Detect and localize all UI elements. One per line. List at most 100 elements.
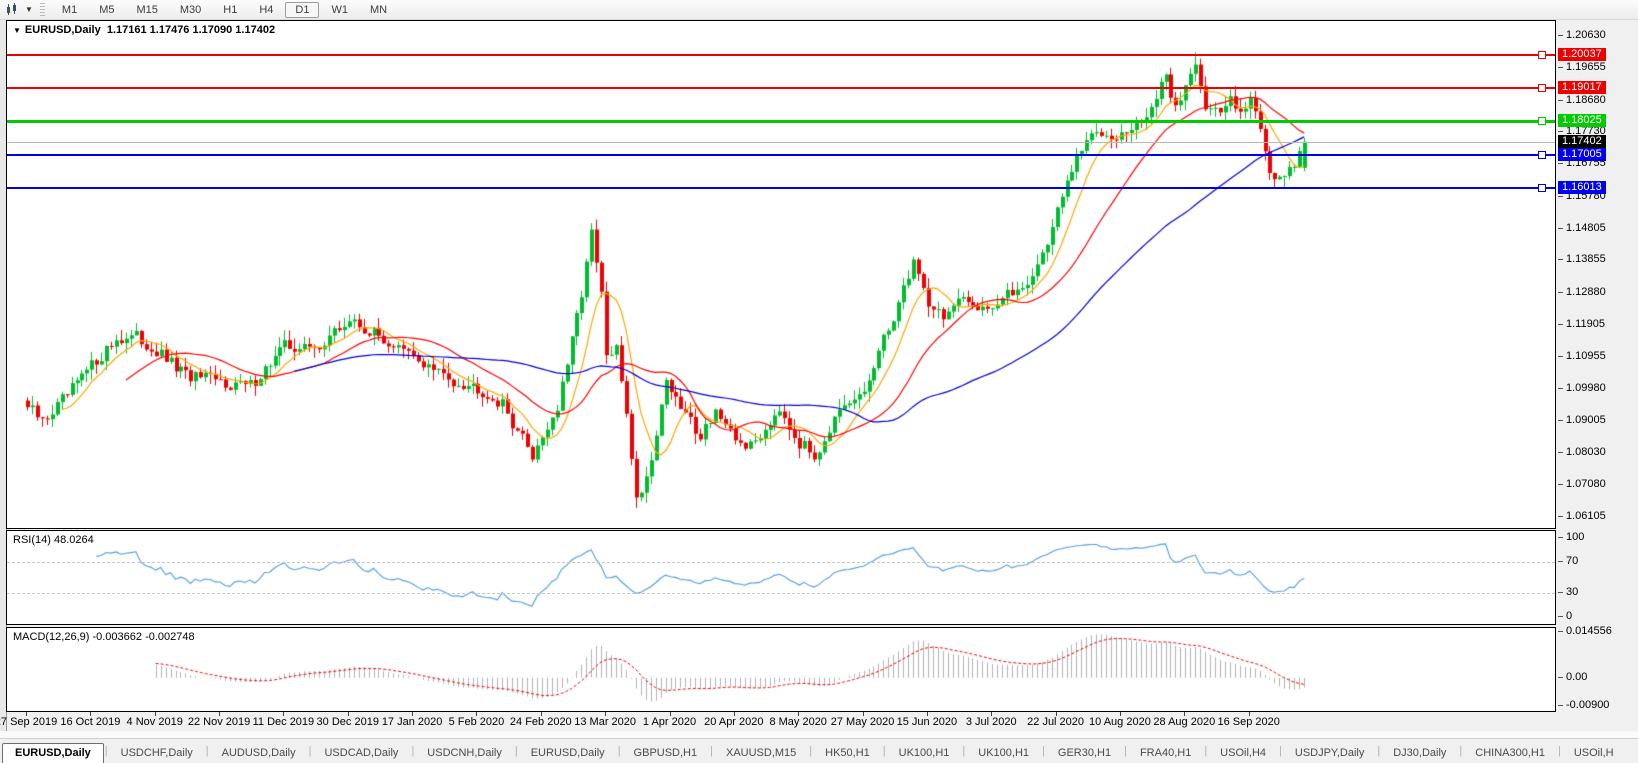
- date-label: 5 Feb 2020: [448, 716, 505, 728]
- timeframe-button-h4[interactable]: H4: [249, 2, 283, 18]
- price-line-label: 1.17005: [1558, 148, 1606, 162]
- timeframe-button-d1[interactable]: D1: [285, 1, 320, 18]
- date-label: 27 Sep 2019: [0, 716, 58, 728]
- macd-panel: MACD(12,26,9) -0.003662 -0.002748 0.0145…: [6, 625, 1638, 712]
- rsi-axis-tick: 70: [1557, 554, 1579, 567]
- macd-plot[interactable]: MACD(12,26,9) -0.003662 -0.002748: [6, 627, 1556, 712]
- price-axis-tick: 1.14805: [1558, 221, 1606, 234]
- rsi-axis-tick: 30: [1557, 586, 1579, 599]
- date-axis: 27 Sep 2019 16 Oct 2019 4 Nov 2019 22 Nov 2…: [0, 712, 1638, 731]
- tab-eurusd-daily[interactable]: EURUSD,Daily: [2, 743, 104, 763]
- chart-dropdown-icon[interactable]: ▼: [13, 26, 21, 35]
- macd-label: MACD(12,26,9) -0.003662 -0.002748: [13, 631, 195, 643]
- date-label: 24 Feb 2020: [509, 716, 572, 728]
- chart-symbol: EURUSD,Daily: [24, 24, 101, 36]
- price-line-handle[interactable]: [1538, 151, 1546, 160]
- price-line-handle[interactable]: [1538, 183, 1546, 192]
- candlestick-icon: [7, 3, 16, 15]
- tab-uk100-h1[interactable]: UK100,H1: [966, 744, 1041, 763]
- macd-axis: 0.014556 0.00 -0.00900: [1557, 625, 1638, 712]
- timeframe-button-m15[interactable]: M15: [126, 2, 167, 18]
- tab-hk50-h1[interactable]: HK50,H1: [813, 744, 882, 763]
- price-line-handle[interactable]: [1538, 50, 1546, 59]
- rsi-level-line: [7, 593, 1555, 595]
- tab-fra40-h1[interactable]: FRA40,H1: [1128, 744, 1203, 763]
- chart-title: ▼ EURUSD,Daily 1.17161 1.17476 1.17090 1.…: [13, 24, 275, 36]
- main-chart-plot[interactable]: ▼ EURUSD,Daily 1.17161 1.17476 1.17090 1.…: [6, 20, 1556, 529]
- tab-usdjpy-daily[interactable]: USDJPY,Daily: [1283, 744, 1377, 763]
- price-axis-tick: 1.10955: [1558, 349, 1606, 362]
- date-label: 28 Aug 2020: [1153, 716, 1216, 728]
- tab-china300-h1[interactable]: CHINA300,H1: [1463, 744, 1557, 763]
- date-label: 22 Nov 2019: [187, 716, 251, 728]
- current-price-line: [7, 141, 1555, 143]
- rsi-canvas[interactable]: [7, 531, 1555, 624]
- price-line-handle[interactable]: [1538, 116, 1546, 125]
- macd-canvas[interactable]: [7, 628, 1555, 711]
- rsi-axis: 100 70 30 0: [1557, 530, 1638, 625]
- price-axis: 1.20630 1.19655 1.18680 1.17730 1.16755 1.157…: [1557, 20, 1638, 529]
- date-label: 13 Mar 2020: [574, 716, 637, 728]
- rsi-level-line: [7, 561, 1555, 563]
- date-label: 30 Dec 2019: [316, 716, 379, 728]
- tab-eurusd-daily[interactable]: EURUSD,Daily: [519, 744, 617, 763]
- symbol-tabs: EURUSD,Daily | USDCHF,Daily | AUDUSD,Daily | U…: [0, 739, 1638, 763]
- horizontal-price-line[interactable]: [7, 50, 1555, 59]
- price-axis-tick: 1.06105: [1558, 510, 1606, 523]
- tab-usdcad-daily[interactable]: USDCAD,Daily: [312, 744, 410, 763]
- tab-audusd-daily[interactable]: AUDUSD,Daily: [210, 744, 308, 763]
- date-label: 15 Jun 2020: [896, 716, 958, 728]
- price-line-label: 1.20037: [1558, 47, 1606, 61]
- timeframe-button-m30[interactable]: M30: [170, 2, 211, 18]
- toolbar-grip[interactable]: [39, 2, 45, 17]
- price-axis-tick: 1.12880: [1558, 285, 1606, 298]
- timeframe-button-m5[interactable]: M5: [89, 2, 124, 18]
- horizontal-price-line[interactable]: [7, 151, 1555, 160]
- price-axis-tick: 1.13855: [1558, 253, 1606, 266]
- tab-usoil-h[interactable]: USOil,H: [1562, 744, 1626, 763]
- rsi-plot[interactable]: RSI(14) 48.0264: [6, 530, 1556, 625]
- rsi-label: RSI(14) 48.0264: [13, 534, 94, 546]
- price-line-label: 1.18025: [1558, 114, 1606, 128]
- timeframe-toolbar: ▼ M1 M5 M15 M30 H1 H4 D1 W1 MN: [0, 0, 1638, 20]
- timeframe-button-mn[interactable]: MN: [360, 2, 397, 18]
- horizontal-price-line[interactable]: [7, 84, 1555, 93]
- tab-usoil-h4[interactable]: USOil,H4: [1208, 744, 1278, 763]
- price-line-label: 1.16013: [1558, 180, 1606, 194]
- tab-xauusd-m15[interactable]: XAUUSD,M15: [714, 744, 808, 763]
- timeframe-button-h1[interactable]: H1: [213, 2, 247, 18]
- price-axis-tick: 1.19655: [1558, 61, 1606, 74]
- tab-usdchf-daily[interactable]: USDCHF,Daily: [109, 744, 205, 763]
- date-label: 8 May 2020: [769, 716, 827, 728]
- tab-uk100-h1[interactable]: UK100,H1: [887, 744, 962, 763]
- date-label: 16 Oct 2019: [60, 716, 121, 728]
- tab-ger30-h1[interactable]: GER30,H1: [1046, 744, 1123, 763]
- chart-ohlc-values: 1.17161 1.17476 1.17090 1.17402: [106, 24, 276, 36]
- date-label: 1 Apr 2020: [642, 716, 697, 728]
- date-label: 11 Dec 2019: [252, 716, 315, 728]
- price-line-handle[interactable]: [1538, 84, 1546, 93]
- date-label: 22 Jul 2020: [1027, 716, 1085, 728]
- price-line-label: 1.19017: [1558, 81, 1606, 95]
- macd-axis-tick: -0.00900: [1557, 699, 1610, 711]
- macd-axis-tick: 0.00: [1557, 670, 1588, 683]
- timeframe-button-w1[interactable]: W1: [321, 2, 358, 18]
- tab-gbpusd-h1[interactable]: GBPUSD,H1: [622, 744, 710, 763]
- macd-axis-tick: 0.014556: [1558, 625, 1612, 637]
- tab-usdcnh-daily[interactable]: USDCNH,Daily: [415, 744, 514, 763]
- date-label: 4 Nov 2019: [126, 716, 183, 728]
- chart-objects-icon[interactable]: [3, 2, 22, 17]
- main-chart-canvas[interactable]: [7, 21, 1555, 528]
- price-axis-tick: 1.09980: [1558, 381, 1606, 394]
- chart-type-dropdown-caret[interactable]: ▼: [22, 5, 36, 14]
- chart-tab-bar: EURUSD,Daily | USDCHF,Daily | AUDUSD,Daily | U…: [0, 731, 1638, 763]
- tab-dj30-daily[interactable]: DJ30,Daily: [1381, 744, 1458, 763]
- price-axis-tick: 1.20630: [1558, 28, 1606, 41]
- price-axis-tick: 1.08030: [1558, 446, 1606, 459]
- trading-app-window: ▼ M1 M5 M15 M30 H1 H4 D1 W1 MN ▼ EURUSD,Daily 1.1…: [0, 0, 1638, 763]
- tab-bar-strip: [0, 731, 1638, 739]
- timeframe-button-m1[interactable]: M1: [52, 2, 87, 18]
- horizontal-price-line[interactable]: [7, 183, 1555, 192]
- date-label: 3 Jul 2020: [965, 716, 1017, 728]
- horizontal-price-line[interactable]: [7, 116, 1555, 125]
